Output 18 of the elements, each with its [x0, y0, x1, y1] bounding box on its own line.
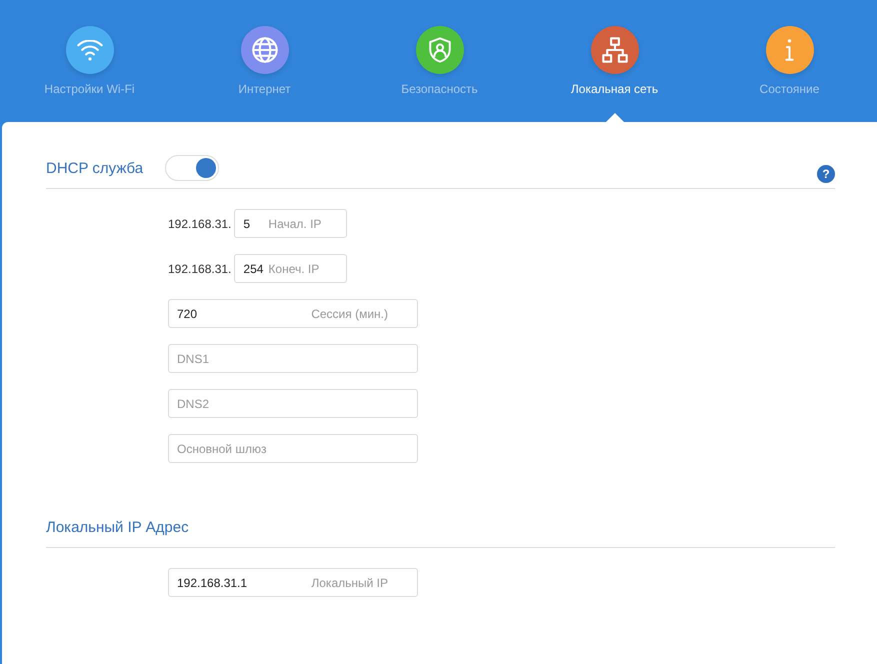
ip-prefix: 192.168.31. [168, 262, 232, 276]
network-icon [602, 37, 628, 63]
toggle-switch[interactable] [165, 155, 220, 181]
input-field[interactable]: DNS1 [168, 344, 418, 373]
field-label: Сессия (мин.) [311, 307, 388, 321]
input-field[interactable]: DNS2 [168, 389, 418, 418]
field-label: Конеч. IP [268, 262, 320, 276]
wifi-icon [76, 40, 102, 60]
info-icon [785, 39, 794, 61]
field-label: Локальный IP [311, 576, 388, 590]
shield-icon [428, 37, 450, 63]
ip-prefix: 192.168.31. [168, 216, 232, 230]
input-field[interactable]: Основной шлюз [168, 434, 418, 463]
section-title: DHCP служба [46, 160, 144, 176]
field-label: Начал. IP [268, 217, 322, 231]
globe-icon [252, 37, 278, 63]
help-icon[interactable]: ? [817, 165, 835, 183]
section-title: Локальный IP Адрес [46, 518, 189, 536]
